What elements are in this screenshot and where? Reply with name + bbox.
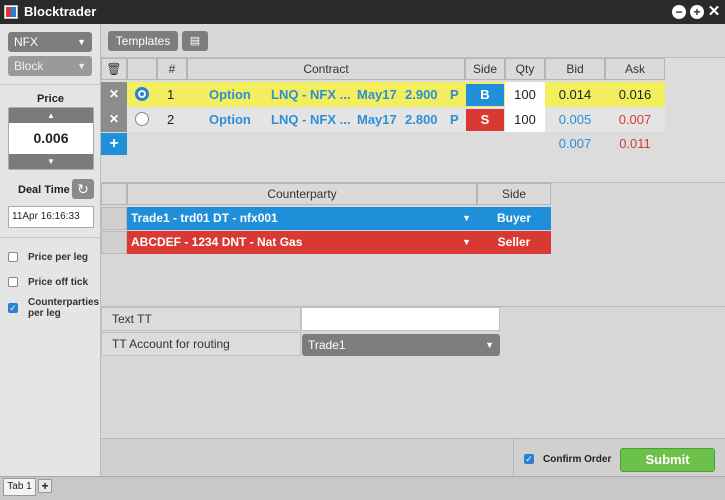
total-ask: 0.011 (619, 136, 651, 151)
col-header-blank (101, 183, 127, 205)
price-label: Price (37, 93, 64, 105)
table-row[interactable]: 2 Option LNQ - NFX ... May17 2.800 P S 1… (127, 107, 665, 132)
price-per-leg-label: Price per leg (28, 252, 89, 263)
leg-select-radio[interactable] (135, 87, 149, 101)
price-up-button[interactable]: ▲ (9, 108, 93, 123)
order-type-dropdown[interactable]: Block ▼ (8, 56, 92, 76)
price-off-tick-checkbox[interactable] (8, 277, 18, 287)
exchange-dropdown[interactable]: NFX ▼ (8, 32, 92, 52)
leg-num: 2 (167, 112, 175, 127)
col-header-contract: Contract (187, 58, 465, 80)
leg-put-call: P (450, 112, 459, 127)
leg-ask: 0.016 (618, 87, 652, 102)
counterparty-select-buyer[interactable]: Trade1 - trd01 DT - nfx001 ▼ (127, 207, 477, 230)
deal-time-label: Deal Time (18, 184, 70, 196)
col-header-cp-side: Side (477, 183, 551, 205)
divider (513, 439, 514, 477)
divider (0, 237, 100, 238)
leg-select-radio[interactable] (135, 112, 149, 126)
leg-bid: 0.014 (558, 87, 592, 102)
leg-type: Option (209, 112, 251, 127)
cp-side-seller: Seller (477, 231, 551, 254)
legs-grid: 🗑 # Contract Side Qty Bid Ask ✕ 1 Option… (101, 58, 725, 182)
leg-bid: 0.005 (558, 112, 592, 127)
counterparty-select-seller[interactable]: ABCDEF - 1234 DNT - Nat Gas ▼ (127, 231, 477, 254)
chevron-down-icon: ▼ (77, 61, 86, 71)
chevron-down-icon: ▼ (485, 340, 494, 350)
leg-expiry: May17 (357, 87, 397, 102)
remove-leg-button[interactable]: ✕ (101, 107, 127, 132)
counterparty-grid: Counterparty Side Trade1 - trd01 DT - nf… (101, 182, 725, 306)
trash-icon[interactable]: 🗑 (101, 58, 127, 80)
maximize-icon[interactable]: + (690, 5, 704, 19)
col-header-counterparty: Counterparty (127, 183, 477, 205)
leg-strike: 2.800 (405, 112, 438, 127)
chevron-down-icon: ▼ (462, 213, 471, 223)
col-header-bid: Bid (545, 58, 605, 80)
price-off-tick-label: Price off tick (28, 277, 89, 288)
chevron-down-icon: ▼ (77, 37, 86, 47)
table-row[interactable]: 1 Option LNQ - NFX ... May17 2.900 P B 1… (127, 82, 665, 107)
leg-expiry: May17 (357, 112, 397, 127)
tt-account-dropdown[interactable]: Trade1 ▼ (302, 334, 500, 356)
side-sell-button[interactable]: S (466, 109, 504, 131)
divider (0, 84, 101, 85)
tt-account-label: TT Account for routing (101, 332, 301, 356)
counterparty-name: Trade1 - trd01 DT - nfx001 (131, 211, 278, 225)
exchange-value: NFX (14, 35, 38, 49)
window-title: Blocktrader (24, 4, 97, 19)
remove-leg-button[interactable]: ✕ (101, 82, 127, 107)
price-down-button[interactable]: ▼ (9, 154, 93, 169)
text-tt-label: Text TT (101, 307, 301, 331)
counterparties-per-leg-label: Counterparties per leg (28, 297, 100, 319)
price-input[interactable]: 0.006 (9, 130, 93, 146)
templates-button[interactable]: Templates (108, 31, 178, 51)
col-header-select (127, 58, 157, 80)
leg-strike: 2.900 (405, 87, 438, 102)
leg-qty-input[interactable]: 100 (505, 107, 545, 132)
save-template-icon[interactable]: ▤ (182, 31, 208, 51)
close-icon[interactable]: ✕ (707, 4, 721, 19)
col-header-side: Side (465, 58, 505, 80)
leg-type: Option (209, 87, 251, 102)
add-tab-icon[interactable]: + (38, 479, 52, 493)
confirm-order-checkbox[interactable]: ✓ (524, 454, 534, 464)
leg-num: 1 (167, 87, 175, 102)
chevron-down-icon: ▼ (462, 237, 471, 247)
leg-ask: 0.007 (618, 112, 652, 127)
leg-contract: LNQ - NFX ... (271, 87, 351, 102)
tt-account-value: Trade1 (308, 338, 346, 352)
counterparty-name: ABCDEF - 1234 DNT - Nat Gas (131, 235, 303, 249)
tab-bar: Tab 1 + (0, 476, 725, 500)
minimize-icon[interactable]: − (672, 5, 686, 19)
toolbar: Templates ▤ (101, 24, 725, 58)
footer: ✓ Confirm Order Submit (101, 438, 725, 477)
add-leg-button[interactable]: + (101, 133, 127, 155)
app-logo-icon (4, 5, 18, 19)
row-marker (101, 207, 127, 230)
tab-1[interactable]: Tab 1 (3, 478, 36, 496)
leg-put-call: P (450, 87, 459, 102)
title-bar: Blocktrader − + ✕ (0, 0, 725, 24)
leg-qty-input[interactable]: 100 (505, 82, 545, 107)
sidebar: NFX ▼ Block ▼ (0, 24, 101, 476)
routing-panel: Text TT TT Account for routing Trade1 ▼ (101, 306, 725, 438)
price-per-leg-checkbox[interactable] (8, 252, 18, 262)
order-type-value: Block (14, 59, 44, 73)
submit-button[interactable]: Submit (620, 448, 715, 472)
counterparties-per-leg-checkbox[interactable]: ✓ (8, 303, 18, 313)
col-header-ask: Ask (605, 58, 665, 80)
text-tt-input[interactable] (301, 307, 500, 331)
confirm-order-label: Confirm Order (543, 454, 612, 465)
refresh-icon[interactable]: ↻ (72, 179, 94, 199)
col-header-num: # (157, 58, 187, 80)
price-stepper[interactable]: ▲ 0.006 ▼ (8, 107, 94, 170)
row-marker (101, 231, 127, 254)
col-header-qty: Qty (505, 58, 545, 80)
leg-contract: LNQ - NFX ... (271, 112, 351, 127)
deal-time-input[interactable]: 11Apr 16:16:33 (8, 206, 94, 228)
cp-side-buyer: Buyer (477, 207, 551, 230)
total-bid: 0.007 (558, 136, 592, 151)
side-buy-button[interactable]: B (466, 84, 504, 106)
